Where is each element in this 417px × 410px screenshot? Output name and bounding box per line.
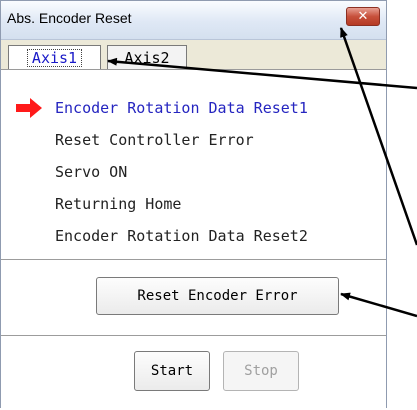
title-bar[interactable]: Abs. Encoder Reset ✕ (1, 1, 386, 40)
separator (1, 259, 386, 260)
stop-label: Stop (244, 363, 278, 379)
right-arrow-icon (16, 98, 42, 118)
step-servo-on: Servo ON (55, 163, 128, 181)
step-returning-home: Returning Home (55, 195, 182, 213)
reset-encoder-error-label: Reset Encoder Error (137, 288, 298, 304)
abs-encoder-reset-window: Abs. Encoder Reset ✕ Axis1 Axis2 Encoder… (0, 0, 387, 410)
step-encoder-rotation-data-reset1: Encoder Rotation Data Reset1 (55, 99, 308, 117)
stop-button: Stop (223, 351, 299, 391)
close-icon: ✕ (357, 9, 369, 24)
step-reset-controller-error: Reset Controller Error (55, 131, 254, 149)
tab-axis2-label: Axis2 (124, 49, 170, 67)
reset-encoder-error-button[interactable]: Reset Encoder Error (96, 277, 339, 315)
start-button[interactable]: Start (134, 351, 210, 391)
start-label: Start (150, 363, 194, 379)
tab-axis1[interactable]: Axis1 (8, 45, 101, 69)
tab-panel: Encoder Rotation Data Reset1 Reset Contr… (1, 69, 386, 410)
separator (1, 335, 386, 336)
window-title: Abs. Encoder Reset (7, 10, 132, 26)
tab-axis2[interactable]: Axis2 (107, 45, 187, 69)
tab-axis1-label: Axis1 (26, 49, 83, 67)
close-button[interactable]: ✕ (346, 7, 380, 26)
step-encoder-rotation-data-reset2: Encoder Rotation Data Reset2 (55, 227, 308, 245)
